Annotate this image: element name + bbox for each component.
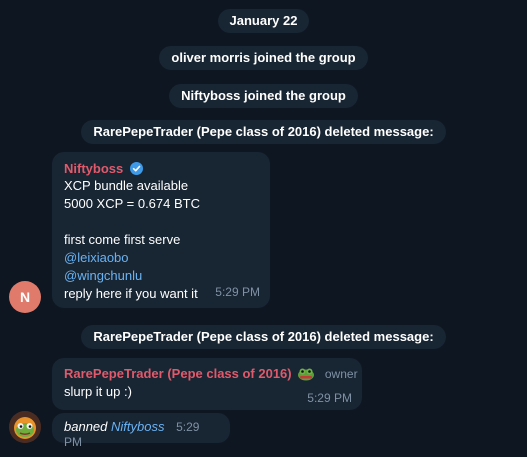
service-text: Niftyboss joined the group <box>169 84 358 108</box>
sender-name-text[interactable]: Niftyboss <box>64 161 123 176</box>
message-line: first come first serve <box>64 232 181 247</box>
mention-link[interactable]: @leixiaobo <box>64 249 258 267</box>
message-bubble[interactable]: Niftyboss XCP bundle available 5000 XCP … <box>52 152 270 308</box>
service-text: oliver morris joined the group <box>159 46 368 70</box>
banned-user-link[interactable]: Niftyboss <box>111 419 164 434</box>
service-message: oliver morris joined the group <box>0 46 527 70</box>
service-message: Niftyboss joined the group <box>0 84 527 108</box>
sender-name[interactable]: RarePepeTrader (Pepe class of 2016) owne… <box>64 365 358 383</box>
pepe-avatar-icon <box>9 411 41 443</box>
message-time: 5:29 PM <box>307 391 352 405</box>
avatar-letter: N <box>19 289 31 305</box>
date-badge: January 22 <box>0 9 527 33</box>
message-bubble[interactable]: RarePepeTrader (Pepe class of 2016) owne… <box>52 358 362 410</box>
avatar[interactable] <box>9 411 41 443</box>
message-line: XCP bundle available <box>64 178 189 193</box>
service-text: RarePepeTrader (Pepe class of 2016) dele… <box>81 325 446 349</box>
avatar[interactable]: N <box>9 281 41 313</box>
message-line: 5000 XCP = 0.674 BTC <box>64 196 200 211</box>
message-bubble[interactable]: banned Niftyboss 5:29 PM <box>52 413 230 449</box>
verified-badge-icon <box>129 162 143 175</box>
message-text: reply here if you want it <box>64 286 198 301</box>
message-time: 5:29 PM <box>215 285 260 299</box>
role-badge: owner <box>324 367 358 381</box>
sender-name-text[interactable]: RarePepeTrader (Pepe class of 2016) <box>64 366 292 381</box>
chat-area: January 22 oliver morris joined the grou… <box>0 0 527 457</box>
pepe-emoji-icon <box>298 368 315 381</box>
action-text: banned <box>64 419 108 434</box>
service-text: RarePepeTrader (Pepe class of 2016) dele… <box>81 120 446 144</box>
message-line: reply here if you want it 5:29 PM <box>64 285 260 303</box>
sender-name[interactable]: Niftyboss <box>64 160 258 177</box>
date-label: January 22 <box>217 9 310 33</box>
service-message: RarePepeTrader (Pepe class of 2016) dele… <box>0 120 527 144</box>
service-message: RarePepeTrader (Pepe class of 2016) dele… <box>0 325 527 349</box>
